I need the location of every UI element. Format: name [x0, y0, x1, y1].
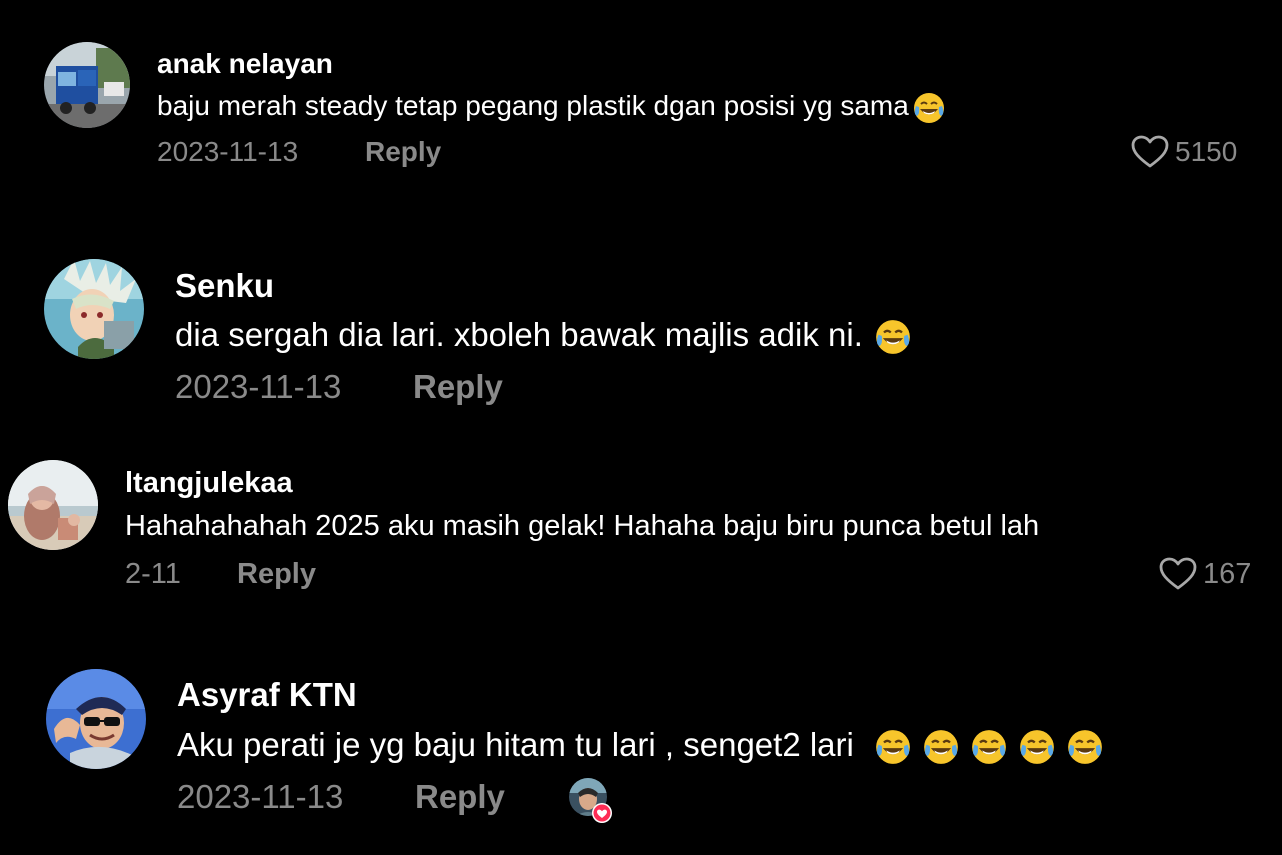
- heart-outline-icon: [1159, 557, 1197, 591]
- comment-username[interactable]: ltangjulekaa: [125, 467, 293, 500]
- avatar[interactable]: [44, 259, 144, 359]
- reply-button[interactable]: Reply: [237, 558, 316, 591]
- like-count: 167: [1203, 557, 1252, 590]
- heart-outline-icon: [1131, 135, 1169, 169]
- tears-of-joy-emoji-icon: [923, 729, 959, 765]
- comment-text: dia sergah dia lari. xboleh bawak majlis…: [175, 316, 911, 355]
- comment-date: 2-11: [125, 558, 181, 590]
- avatar[interactable]: [46, 669, 146, 769]
- tears-of-joy-emoji-icon: [875, 729, 911, 765]
- comment-date: 2023-11-13: [157, 136, 299, 167]
- like-button[interactable]: 167: [1159, 557, 1251, 591]
- comment-text-content: Aku perati je yg baju hitam tu lari , se…: [177, 726, 854, 763]
- reply-button[interactable]: Reply: [415, 778, 505, 816]
- like-button[interactable]: 5150: [1131, 135, 1237, 169]
- avatar[interactable]: [44, 42, 130, 128]
- comment-username[interactable]: Senku: [175, 267, 274, 305]
- reply-button[interactable]: Reply: [413, 368, 503, 406]
- comment-username[interactable]: Asyraf KTN: [177, 676, 357, 714]
- tears-of-joy-emoji-icon: [913, 92, 945, 124]
- comment-text: Aku perati je yg baju hitam tu lari , se…: [177, 726, 1103, 765]
- comment-text: Hahahahahah 2025 aku masih gelak! Hahaha…: [125, 510, 1040, 542]
- comment-date: 2023-11-13: [175, 368, 342, 405]
- comment-date: 2023-11-13: [177, 778, 344, 815]
- tears-of-joy-emoji-icon: [971, 729, 1007, 765]
- like-count: 5150: [1175, 136, 1238, 167]
- comment-username[interactable]: anak nelayan: [157, 48, 333, 80]
- tears-of-joy-emoji-icon: [875, 319, 911, 355]
- tears-of-joy-emoji-icon: [1067, 729, 1103, 765]
- comment-text: baju merah steady tetap pegang plastik d…: [157, 90, 945, 124]
- tears-of-joy-emoji-icon: [1019, 729, 1055, 765]
- creator-liked-badge: [568, 777, 616, 825]
- comment-text-content: dia sergah dia lari. xboleh bawak majlis…: [175, 316, 863, 353]
- avatar[interactable]: [8, 460, 98, 550]
- reply-button[interactable]: Reply: [365, 136, 441, 168]
- comment-text-content: baju merah steady tetap pegang plastik d…: [157, 90, 909, 121]
